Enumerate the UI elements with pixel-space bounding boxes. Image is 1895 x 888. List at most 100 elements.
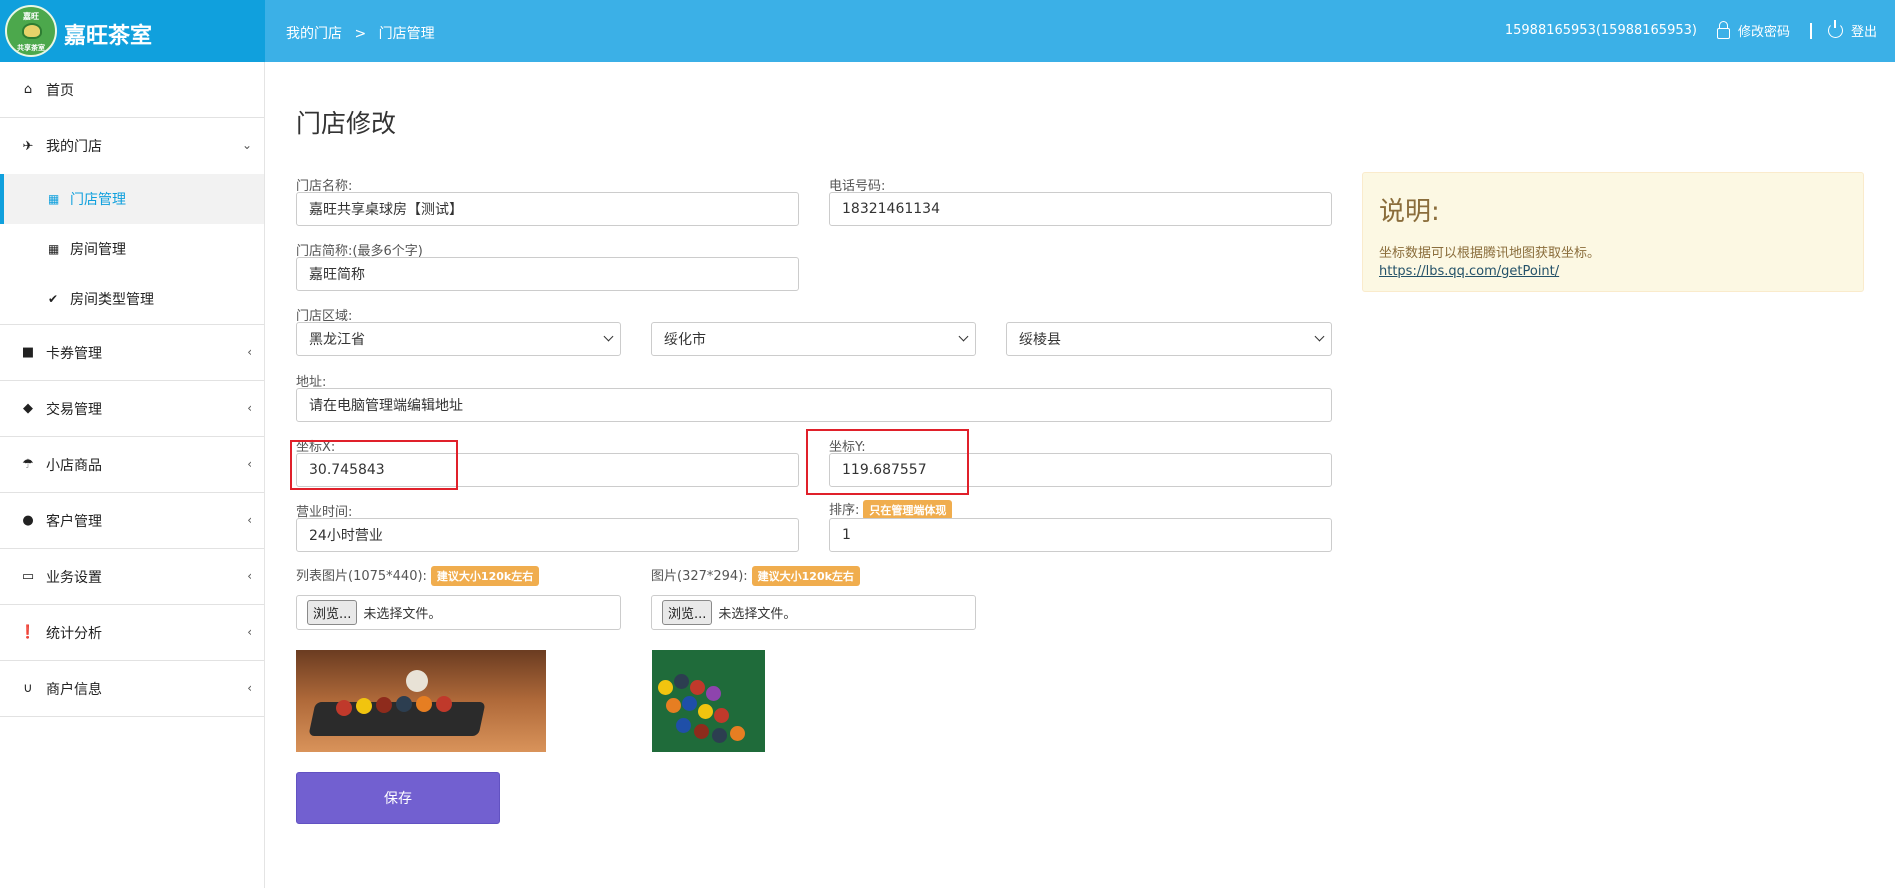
browse-button[interactable]: 浏览... — [307, 600, 358, 625]
ball — [714, 708, 729, 723]
chevron-left-icon: ‹ — [247, 401, 252, 415]
county-select[interactable]: 绥棱县 — [1006, 322, 1332, 356]
image-label: 图片(327*294): — [651, 569, 748, 584]
ball — [416, 696, 432, 712]
sidebar-item-business-settings[interactable]: ▭ 业务设置 ‹ — [0, 549, 264, 605]
chevron-down-icon — [958, 331, 969, 342]
th-icon: ▦ — [48, 242, 60, 256]
ball — [698, 704, 713, 719]
brand-area: 嘉旺 共享茶室 嘉旺茶室 — [0, 0, 265, 62]
user-icon: ● — [22, 513, 34, 528]
cue-ball — [406, 670, 428, 692]
chevron-down-icon: ⌄ — [241, 138, 252, 152]
lock-icon[interactable] — [1716, 21, 1730, 39]
user-account: 15988165953(15988165953) — [1504, 23, 1697, 38]
sidebar-item-transactions[interactable]: ◆ 交易管理 ‹ — [0, 381, 264, 437]
header-actions: 15988165953(15988165953) 修改密码 登出 — [1504, 20, 1877, 40]
ball — [356, 698, 372, 714]
highlight-box-y — [806, 429, 969, 495]
city-select[interactable]: 绥化市 — [651, 322, 976, 356]
hours-input[interactable]: 24小时营业 — [296, 518, 799, 552]
chevron-left-icon: ‹ — [247, 457, 252, 471]
change-password-link[interactable]: 修改密码 — [1738, 21, 1790, 40]
info-note: 说明: 坐标数据可以根据腾讯地图获取坐标。 https://lbs.qq.com… — [1362, 172, 1864, 292]
top-header: 嘉旺 共享茶室 嘉旺茶室 我的门店 > 门店管理 15988165953(159… — [0, 0, 1895, 62]
province-value: 黑龙江省 — [309, 332, 365, 348]
no-file-text: 未选择文件。 — [363, 607, 442, 622]
sort-label-group: 排序: 只在管理端体现 — [829, 499, 953, 520]
logo-text-top: 嘉旺 — [23, 12, 39, 21]
phone-input[interactable]: 18321461134 — [829, 192, 1332, 226]
city-value: 绥化市 — [664, 332, 706, 348]
sidebar-item-room-type-management[interactable]: ✔ 房间类型管理 — [0, 274, 264, 324]
sidebar-item-label: 卡券管理 — [46, 345, 102, 362]
image-badge: 建议大小120k左右 — [751, 566, 860, 586]
logo-text-bottom: 共享茶室 — [17, 44, 45, 52]
folder-icon: ■ — [21, 345, 35, 360]
ball — [676, 718, 691, 733]
breadcrumb-my-store[interactable]: 我的门店 — [286, 26, 342, 42]
note-text: 坐标数据可以根据腾讯地图获取坐标。 — [1379, 246, 1601, 261]
sidebar-item-label: 房间管理 — [70, 242, 126, 258]
sort-input[interactable]: 1 — [829, 518, 1332, 552]
no-file-text: 未选择文件。 — [718, 607, 797, 622]
list-image-badge: 建议大小120k左右 — [430, 566, 540, 586]
list-image-file-input[interactable]: 浏览... 未选择文件。 — [296, 595, 621, 630]
ball — [712, 728, 727, 743]
breadcrumb-store-management[interactable]: 门店管理 — [379, 26, 435, 42]
logo: 嘉旺 共享茶室 — [5, 5, 57, 57]
alert-icon: ❗ — [19, 625, 37, 640]
ball — [690, 680, 705, 695]
chevron-left-icon: ‹ — [247, 569, 252, 583]
home-icon: ⌂ — [23, 82, 33, 97]
sidebar-item-statistics[interactable]: ❗ 统计分析 ‹ — [0, 605, 264, 661]
short-name-input[interactable]: 嘉旺简称 — [296, 257, 799, 291]
sidebar-item-label: 客户管理 — [46, 513, 102, 530]
divider — [1809, 22, 1812, 39]
store-name-input[interactable]: 嘉旺共享桌球房【测试】 — [296, 192, 799, 226]
sidebar-item-label: 我的门店 — [46, 139, 102, 155]
turtle-icon — [22, 23, 42, 39]
sidebar-item-room-management[interactable]: ▦ 房间管理 — [0, 224, 264, 274]
magnet-icon: ∪ — [23, 681, 33, 696]
sidebar-item-coupons[interactable]: ■ 卡券管理 ‹ — [0, 325, 264, 381]
chevron-left-icon: ‹ — [247, 345, 252, 359]
chevron-left-icon: ‹ — [247, 681, 252, 695]
sidebar-item-store-management[interactable]: ▦ 门店管理 — [0, 174, 264, 224]
sidebar-item-my-store[interactable]: ✈ 我的门店 ⌄ — [0, 118, 264, 174]
image-label-group: 图片(327*294): 建议大小120k左右 — [651, 565, 860, 586]
browse-button[interactable]: 浏览... — [662, 600, 713, 625]
umbrella-icon: ☂ — [22, 457, 34, 472]
power-icon[interactable] — [1827, 20, 1843, 38]
sidebar-item-customers[interactable]: ● 客户管理 ‹ — [0, 493, 264, 549]
ball — [396, 696, 412, 712]
brand-title: 嘉旺茶室 — [64, 24, 153, 49]
province-select[interactable]: 黑龙江省 — [296, 322, 621, 356]
sidebar-item-merchant-info[interactable]: ∪ 商户信息 ‹ — [0, 661, 264, 717]
note-title: 说明: — [1379, 197, 1440, 227]
tags-icon: ◆ — [23, 401, 33, 416]
sidebar-item-shop-products[interactable]: ☂ 小店商品 ‹ — [0, 437, 264, 493]
ball — [336, 700, 352, 716]
list-image-label: 列表图片(1075*440): — [296, 569, 427, 584]
sidebar-group-my-store: ✈ 我的门店 ⌄ ▦ 门店管理 ▦ 房间管理 ✔ 房间类型管理 — [0, 118, 264, 325]
sidebar-item-label: 业务设置 — [46, 569, 102, 586]
sort-label: 排序: — [829, 503, 860, 518]
grid-icon: ▦ — [48, 192, 60, 206]
sidebar-item-label: 小店商品 — [46, 457, 102, 474]
county-value: 绥棱县 — [1019, 332, 1061, 348]
sidebar: ⌂ 首页 ✈ 我的门店 ⌄ ▦ 门店管理 ▦ 房间管理 ✔ 房间类型管理 ■ 卡… — [0, 62, 265, 888]
sidebar-item-label: 统计分析 — [46, 625, 102, 642]
sidebar-item-label: 首页 — [46, 82, 74, 99]
sidebar-item-home[interactable]: ⌂ 首页 — [0, 62, 264, 118]
address-input[interactable]: 请在电脑管理端编辑地址 — [296, 388, 1332, 422]
ball — [376, 697, 392, 713]
list-image-label-group: 列表图片(1075*440): 建议大小120k左右 — [296, 565, 540, 586]
image-file-input[interactable]: 浏览... 未选择文件。 — [651, 595, 976, 630]
logout-link[interactable]: 登出 — [1851, 21, 1877, 40]
ball — [436, 696, 452, 712]
map-link[interactable]: https://lbs.qq.com/getPoint/ — [1379, 264, 1847, 279]
ball — [706, 686, 721, 701]
save-button[interactable]: 保存 — [296, 772, 500, 824]
breadcrumb-separator: > — [354, 26, 367, 42]
